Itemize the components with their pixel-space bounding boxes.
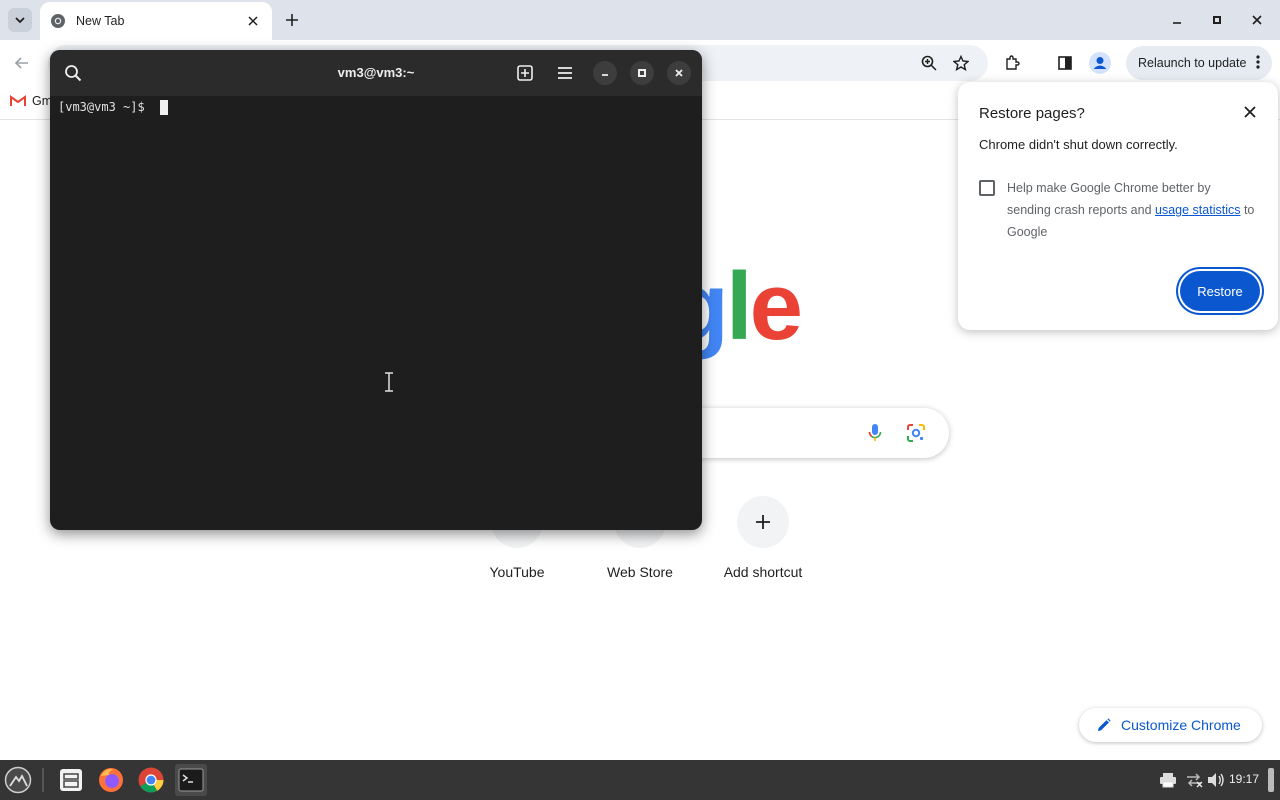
bookmark-gmail[interactable]: Gm [10, 94, 52, 108]
usage-statistics-link[interactable]: usage statistics [1155, 203, 1240, 217]
terminal-window[interactable]: vm3@vm3:~ [vm3@vm3 ~]$ [50, 50, 702, 530]
close-icon[interactable] [667, 61, 691, 85]
restore-button[interactable]: Restore [1180, 271, 1260, 311]
new-tab-icon[interactable] [513, 61, 537, 85]
volume-icon[interactable] [1206, 770, 1226, 790]
show-desktop-handle[interactable] [1268, 768, 1274, 792]
tab-strip: New Tab [0, 0, 1280, 40]
plus-icon [737, 496, 789, 548]
shell-prompt: [vm3@vm3 ~]$ [58, 100, 152, 114]
gmail-icon [10, 95, 26, 106]
checkbox-label: Help make Google Chrome better by sendin… [1007, 177, 1257, 243]
kebab-menu-icon[interactable] [1256, 54, 1260, 73]
dialog-message: Chrome didn't shut down correctly. [979, 137, 1178, 152]
zoom-icon[interactable] [917, 51, 941, 75]
app-menu-icon[interactable] [2, 764, 34, 796]
restore-pages-dialog: Restore pages? Chrome didn't shut down c… [958, 82, 1278, 330]
logo-letter-e: e [749, 253, 803, 360]
terminal-icon[interactable] [175, 764, 207, 796]
printer-icon[interactable] [1158, 770, 1178, 790]
minimize-icon[interactable] [1167, 10, 1187, 30]
shortcut-label: YouTube [489, 564, 545, 580]
back-arrow-icon[interactable] [10, 51, 34, 75]
terminal-output-area[interactable]: [vm3@vm3 ~]$ [50, 96, 702, 530]
close-icon[interactable] [244, 12, 262, 30]
search-icon[interactable] [61, 61, 85, 85]
pencil-icon [1098, 718, 1111, 731]
crash-report-checkbox[interactable] [979, 180, 995, 196]
shortcut-label: Web Store [607, 564, 673, 580]
tab-search-icon[interactable] [8, 8, 32, 32]
relaunch-to-update-button[interactable]: Relaunch to update [1126, 46, 1272, 80]
chrome-favicon-icon [51, 14, 65, 28]
logo-letter-l: l [725, 253, 753, 360]
star-icon[interactable] [949, 51, 973, 75]
terminal-header-bar[interactable]: vm3@vm3:~ [50, 50, 702, 96]
taskbar: 19:17 [0, 760, 1280, 800]
extensions-icon[interactable] [1000, 51, 1024, 75]
shortcut-add[interactable]: Add shortcut [708, 496, 818, 580]
customize-label: Customize Chrome [1121, 717, 1241, 733]
chrome-icon[interactable] [135, 764, 167, 796]
side-panel-icon[interactable] [1053, 51, 1077, 75]
ibeam-cursor-icon [385, 372, 393, 392]
minimize-icon[interactable] [593, 61, 617, 85]
relaunch-label: Relaunch to update [1138, 56, 1247, 70]
dialog-title: Restore pages? [979, 105, 1085, 122]
maximize-icon[interactable] [1207, 10, 1227, 30]
clock[interactable]: 19:17 [1229, 772, 1259, 786]
taskbar-separator [42, 768, 44, 792]
hamburger-menu-icon[interactable] [553, 61, 577, 85]
file-manager-icon[interactable] [55, 764, 87, 796]
firefox-icon[interactable] [95, 764, 127, 796]
microphone-icon[interactable] [863, 421, 887, 445]
tab-new-tab[interactable]: New Tab [40, 2, 272, 40]
shortcut-label: Add shortcut [723, 564, 803, 580]
text-cursor [160, 100, 168, 115]
close-icon[interactable] [1247, 10, 1267, 30]
network-icon[interactable] [1184, 770, 1204, 790]
google-lens-icon[interactable] [904, 421, 928, 445]
close-icon[interactable] [1240, 102, 1260, 122]
profile-icon[interactable] [1088, 51, 1112, 75]
customize-chrome-button[interactable]: Customize Chrome [1079, 708, 1262, 742]
maximize-icon[interactable] [630, 61, 654, 85]
plus-icon[interactable] [280, 8, 304, 32]
tab-title: New Tab [76, 14, 125, 28]
